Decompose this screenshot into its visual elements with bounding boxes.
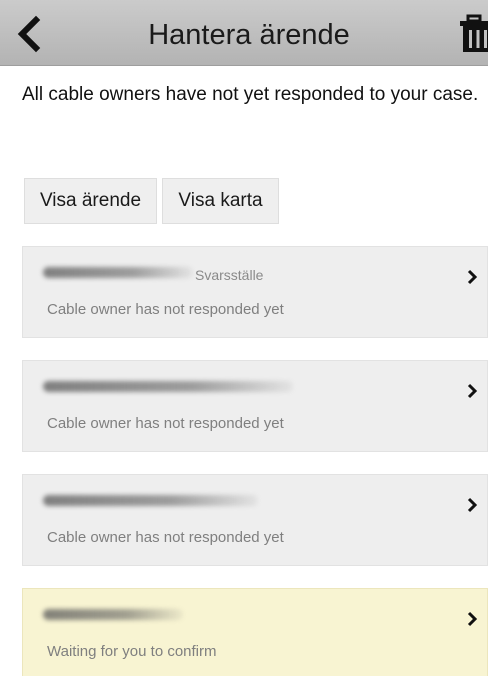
manage-case-screen: Hantera ärende All cable owners have not…: [0, 0, 488, 676]
action-bar: Hantera ärende: [0, 0, 488, 66]
delete-button[interactable]: [458, 14, 488, 54]
owner-response-status: Cable owner has not responded yet: [47, 301, 284, 318]
chevron-right-icon: [467, 383, 478, 399]
cable-owner-item[interactable]: Cable owner has not responded yet: [22, 360, 488, 452]
page-title: Hantera ärende: [148, 19, 350, 51]
redacted-owner-name: [43, 495, 258, 506]
cable-owner-item[interactable]: Waiting for you to confirm: [22, 588, 488, 676]
owner-response-status: Cable owner has not responded yet: [47, 529, 284, 546]
chevron-right-icon: [467, 269, 478, 285]
show-map-button[interactable]: Visa karta: [162, 178, 279, 224]
chevron-right-icon: [467, 611, 478, 627]
chevron-left-icon: [17, 15, 41, 53]
trash-icon: [460, 14, 488, 52]
redacted-owner-name: [43, 267, 193, 278]
response-status-message: All cable owners have not yet responded …: [22, 84, 479, 105]
redacted-owner-name: [43, 381, 293, 392]
owner-name-suffix: Svarsställe: [195, 267, 264, 283]
back-button[interactable]: [10, 14, 50, 54]
owner-response-status: Cable owner has not responded yet: [47, 415, 284, 432]
owner-response-status: Waiting for you to confirm: [47, 643, 217, 660]
redacted-owner-name: [43, 609, 183, 620]
cable-owner-item[interactable]: Cable owner has not responded yet: [22, 474, 488, 566]
chevron-right-icon: [467, 497, 478, 513]
cable-owner-item[interactable]: Svarsställe Cable owner has not responde…: [22, 246, 488, 338]
show-case-button[interactable]: Visa ärende: [24, 178, 157, 224]
